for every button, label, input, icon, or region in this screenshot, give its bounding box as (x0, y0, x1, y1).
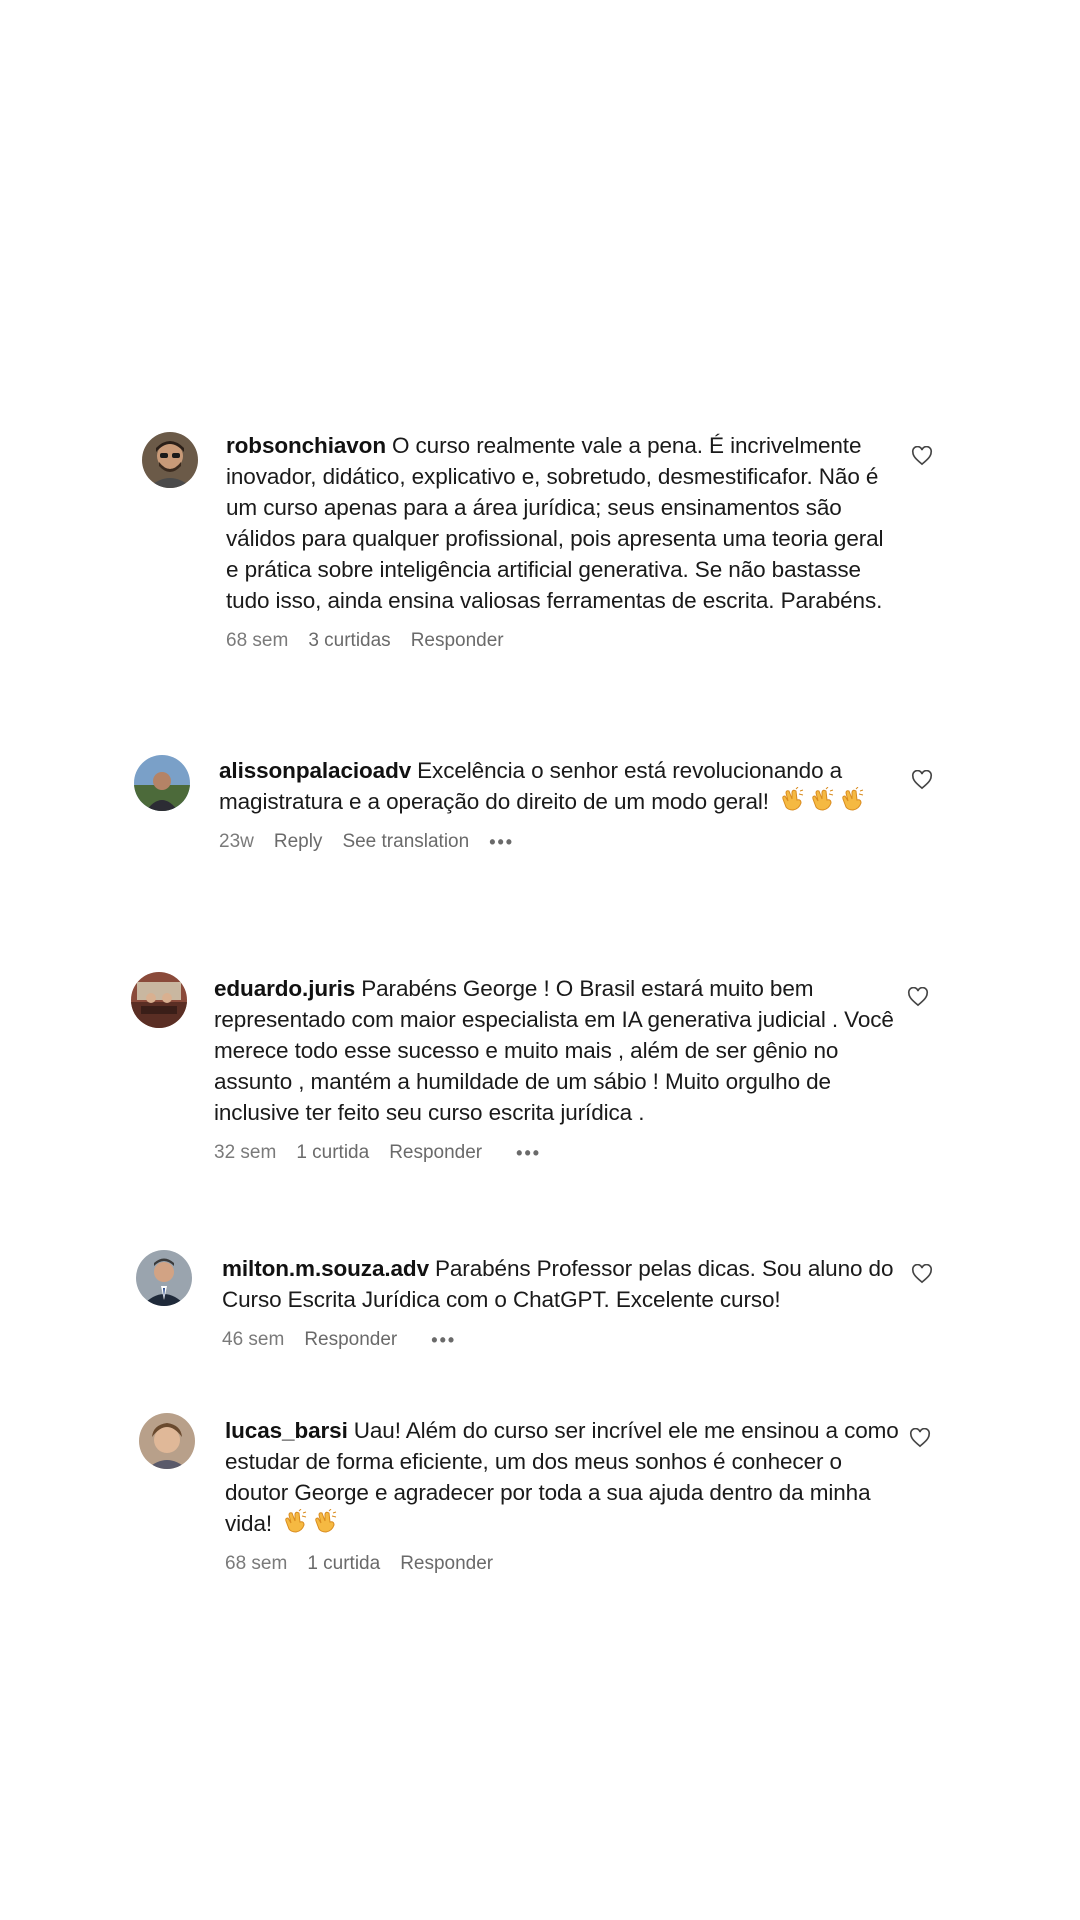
avatar[interactable] (139, 1413, 195, 1469)
more-options-icon[interactable]: ••• (431, 1330, 456, 1351)
avatar-office-photo-icon (131, 972, 187, 1028)
like-button[interactable] (911, 770, 933, 790)
heart-icon (907, 987, 929, 1007)
avatar[interactable] (134, 755, 190, 811)
avatar-man-outdoors-icon (134, 755, 190, 811)
comment-meta: 68 sem 1 curtida Responder (225, 1553, 905, 1575)
clapping-hands-icon (312, 1509, 338, 1535)
see-translation-button[interactable]: See translation (342, 831, 469, 853)
comment-content: O curso realmente vale a pena. É incrive… (226, 433, 884, 613)
avatar[interactable] (131, 972, 187, 1028)
heart-icon (911, 446, 933, 466)
reply-button[interactable]: Responder (400, 1553, 493, 1575)
avatar[interactable] (142, 432, 198, 488)
timestamp: 46 sem (222, 1329, 285, 1350)
comment-text: lucas_barsi Uau! Além do curso ser incrív… (225, 1415, 905, 1539)
timestamp: 68 sem (226, 630, 289, 651)
avatar-man-suit-icon (136, 1250, 192, 1306)
comment-meta: 68 sem 3 curtidas Responder (226, 630, 896, 652)
heart-icon (911, 1264, 933, 1284)
more-options-icon[interactable]: ••• (489, 832, 514, 853)
more-options-icon[interactable]: ••• (516, 1143, 541, 1164)
comment-text: eduardo.juris Parabéns George ! O Brasil … (214, 973, 904, 1128)
comment-meta: 23w Reply See translation ••• (219, 831, 899, 853)
username[interactable]: lucas_barsi (225, 1418, 348, 1443)
avatar[interactable] (136, 1250, 192, 1306)
username[interactable]: eduardo.juris (214, 976, 355, 1001)
like-button[interactable] (907, 987, 929, 1007)
likes-count[interactable]: 1 curtida (307, 1553, 380, 1575)
clapping-hands-icon (809, 787, 835, 813)
username[interactable]: robsonchiavon (226, 433, 386, 458)
like-button[interactable] (909, 1428, 931, 1448)
comment-text: robsonchiavon O curso realmente vale a pe… (226, 430, 896, 616)
avatar-young-man-icon (139, 1413, 195, 1469)
like-button[interactable] (911, 446, 933, 466)
reply-button[interactable]: Responder (389, 1142, 482, 1164)
comment-meta: 32 sem 1 curtida Responder ••• (214, 1142, 904, 1164)
timestamp: 23w (219, 831, 254, 852)
reply-button[interactable]: Responder (411, 630, 504, 652)
heart-icon (909, 1428, 931, 1448)
timestamp: 68 sem (225, 1553, 288, 1574)
reply-button[interactable]: Responder (304, 1329, 397, 1351)
username[interactable]: alissonpalacioadv (219, 758, 411, 783)
reply-button[interactable]: Reply (274, 831, 323, 853)
likes-count[interactable]: 1 curtida (296, 1142, 369, 1164)
like-button[interactable] (911, 1264, 933, 1284)
comment-text: milton.m.souza.adv Parabéns Professor pel… (222, 1253, 902, 1315)
timestamp: 32 sem (214, 1142, 277, 1163)
likes-count[interactable]: 3 curtidas (308, 630, 390, 652)
avatar-man-beard-glasses-icon (142, 432, 198, 488)
comment-meta: 46 sem Responder ••• (222, 1329, 902, 1351)
comment-text: alissonpalacioadv Excelência o senhor est… (219, 755, 899, 817)
heart-icon (911, 770, 933, 790)
clapping-hands-icon (839, 787, 865, 813)
clapping-hands-icon (779, 787, 805, 813)
username[interactable]: milton.m.souza.adv (222, 1256, 429, 1281)
clapping-hands-icon (282, 1509, 308, 1535)
